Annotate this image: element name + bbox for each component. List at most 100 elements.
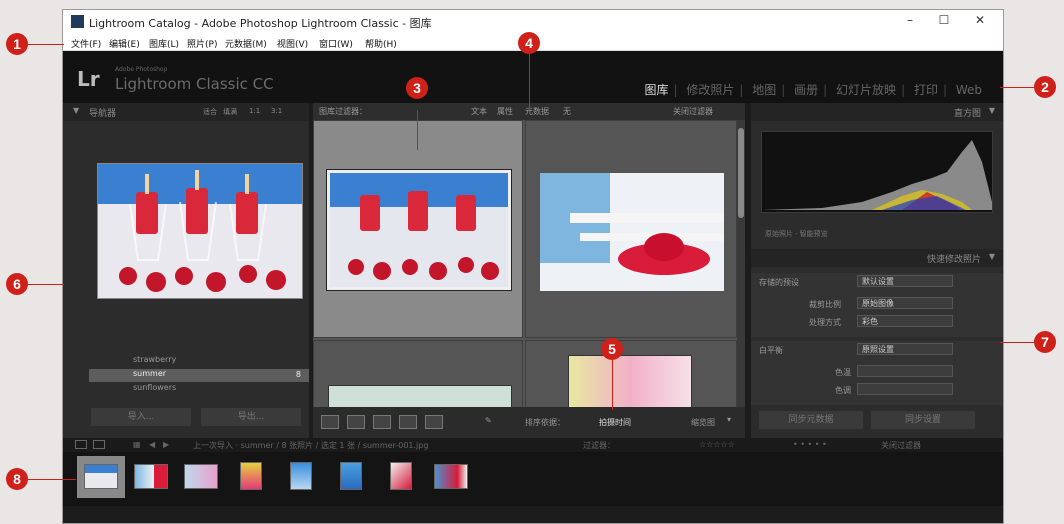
- filter-preset[interactable]: 关闭过滤器: [673, 106, 713, 117]
- nav-1to1[interactable]: 1:1: [249, 107, 260, 115]
- thumb-image: [184, 464, 218, 489]
- crop-select[interactable]: 原始图像: [857, 297, 953, 309]
- menu-window[interactable]: 窗口(W): [319, 37, 353, 50]
- callout-line-1: [28, 44, 64, 45]
- sync-settings-button[interactable]: 同步设置: [871, 411, 975, 429]
- toolbar-menu-chevron-icon[interactable]: ▾: [727, 415, 731, 424]
- tint-buttons[interactable]: [857, 383, 953, 395]
- thumb-image: [390, 462, 412, 490]
- folder-sunflowers[interactable]: sunflowers: [89, 383, 309, 396]
- wb-select[interactable]: 原照设置: [857, 343, 953, 355]
- main-window-icon[interactable]: [75, 440, 87, 449]
- survey-view-icon[interactable]: [399, 415, 417, 429]
- popsicle-thumbnail: [330, 173, 508, 287]
- folder-summer[interactable]: summer 8: [89, 369, 309, 382]
- module-map[interactable]: 地图: [752, 83, 776, 97]
- thumbnail-partial: [328, 385, 512, 407]
- navigator-header[interactable]: ▼ 导航器 适合 填满 1:1 3:1: [63, 103, 309, 121]
- temp-buttons[interactable]: [857, 365, 953, 377]
- nav-fit[interactable]: 适合: [203, 107, 217, 117]
- flower-thumbnail-partial: [568, 355, 692, 407]
- filmstrip-thumb[interactable]: [127, 456, 175, 498]
- loupe-view-icon[interactable]: [347, 415, 365, 429]
- minimize-button[interactable]: –: [895, 13, 925, 27]
- module-develop[interactable]: 修改照片: [686, 83, 734, 97]
- menu-file[interactable]: 文件(F): [71, 37, 101, 50]
- maximize-button[interactable]: ☐: [929, 13, 959, 27]
- quick-develop-header[interactable]: 快速修改照片 ▼: [751, 249, 1003, 267]
- tint-label: 色调: [835, 386, 851, 395]
- menu-help[interactable]: 帮助(H): [365, 37, 397, 50]
- histogram[interactable]: [761, 131, 993, 213]
- forward-arrow-icon[interactable]: ▶: [163, 440, 169, 449]
- scroll-thumb[interactable]: [738, 128, 744, 218]
- menu-edit[interactable]: 编辑(E): [109, 37, 140, 50]
- folder-strawberry[interactable]: strawberry: [89, 355, 309, 368]
- rating-stars-icon[interactable]: ☆☆☆☆☆: [699, 440, 735, 449]
- people-view-icon[interactable]: [425, 415, 443, 429]
- filmstrip-thumb[interactable]: [427, 456, 475, 498]
- popsicle-photo: [98, 164, 302, 298]
- callout-3: 3: [406, 77, 428, 99]
- temp-label: 色温: [835, 368, 851, 377]
- treatment-label: 处理方式: [809, 318, 841, 327]
- navigator-preview[interactable]: [97, 163, 303, 299]
- filter-attribute[interactable]: 属性: [497, 106, 513, 117]
- filter-text[interactable]: 文本: [471, 106, 487, 117]
- import-button[interactable]: 导入...: [91, 408, 191, 426]
- painter-icon[interactable]: ✎: [485, 416, 492, 425]
- sort-value[interactable]: 拍摄时间: [599, 417, 631, 428]
- second-window-icon[interactable]: [93, 440, 105, 449]
- grid-mini-icon[interactable]: ▦: [133, 440, 141, 449]
- grid-cell-4[interactable]: [525, 340, 737, 407]
- filmstrip-filter-value[interactable]: 关闭过滤器: [881, 440, 921, 451]
- identity-plate: Lr Adobe Photoshop Lightroom Classic CC …: [63, 51, 1003, 103]
- filmstrip-thumb[interactable]: [177, 456, 225, 498]
- red-hat-thumbnail: [540, 173, 724, 291]
- filter-none[interactable]: 无: [563, 106, 571, 117]
- collapse-triangle-icon: ▼: [73, 106, 80, 115]
- thumb-image: [134, 464, 168, 489]
- close-button[interactable]: ✕: [965, 13, 995, 27]
- grid-view-icon[interactable]: [321, 415, 339, 429]
- histogram-header[interactable]: 直方图 ▼: [751, 103, 1003, 121]
- grid-cell-2[interactable]: [525, 120, 737, 338]
- selected-thumbnail[interactable]: [326, 169, 512, 291]
- grid-cell-3[interactable]: [313, 340, 523, 407]
- grid-view: 图库过滤器： 文本 属性 元数据 无 关闭过滤器 ✎ 排序依据： 拍摄时间 缩览…: [313, 103, 745, 438]
- module-book[interactable]: 画册: [794, 83, 818, 97]
- folder-summer-count: 8: [295, 370, 301, 379]
- back-arrow-icon[interactable]: ◀: [149, 440, 155, 449]
- treatment-select[interactable]: 彩色: [857, 315, 953, 327]
- filmstrip-thumb[interactable]: [227, 456, 275, 498]
- filmstrip-thumb[interactable]: [77, 456, 125, 498]
- module-print[interactable]: 打印: [914, 83, 938, 97]
- filmstrip-header: ▦ ◀ ▶ 上一次导入 · summer / 8 张照片 / 选定 1 张 / …: [63, 438, 1003, 452]
- menu-photo[interactable]: 照片(P): [187, 37, 217, 50]
- export-button[interactable]: 导出...: [201, 408, 301, 426]
- filmstrip-thumb[interactable]: [277, 456, 325, 498]
- module-web[interactable]: Web: [956, 83, 982, 97]
- filmstrip-thumb[interactable]: [377, 456, 425, 498]
- nav-fill[interactable]: 填满: [223, 107, 237, 117]
- callout-6: 6: [6, 273, 28, 295]
- callout-7: 7: [1034, 331, 1056, 353]
- module-library[interactable]: 图库: [644, 83, 668, 97]
- menu-view[interactable]: 视图(V): [277, 37, 308, 50]
- saved-preset-select[interactable]: 默认设置: [857, 275, 953, 287]
- sync-metadata-button[interactable]: 同步元数据: [759, 411, 863, 429]
- saved-preset-group: 存储的预设 默认设置 裁剪比例 原始图像 处理方式 彩色: [751, 273, 1003, 337]
- menu-library[interactable]: 图库(L): [149, 37, 179, 50]
- color-label-dots-icon[interactable]: • • • • •: [793, 440, 827, 449]
- nav-3to1[interactable]: 3:1: [271, 107, 282, 115]
- grid-cell-1[interactable]: [313, 120, 523, 338]
- filmstrip-source[interactable]: 上一次导入 · summer / 8 张照片 / 选定 1 张 / summer…: [193, 440, 428, 451]
- menu-metadata[interactable]: 元数据(M): [225, 37, 267, 50]
- folder-summer-label: summer: [133, 369, 167, 378]
- filmstrip-thumb[interactable]: [327, 456, 375, 498]
- filmstrip: [63, 452, 1003, 506]
- grid-scrollbar[interactable]: [737, 120, 745, 407]
- callout-2: 2: [1034, 76, 1056, 98]
- module-slideshow[interactable]: 幻灯片放映: [836, 83, 896, 97]
- compare-view-icon[interactable]: [373, 415, 391, 429]
